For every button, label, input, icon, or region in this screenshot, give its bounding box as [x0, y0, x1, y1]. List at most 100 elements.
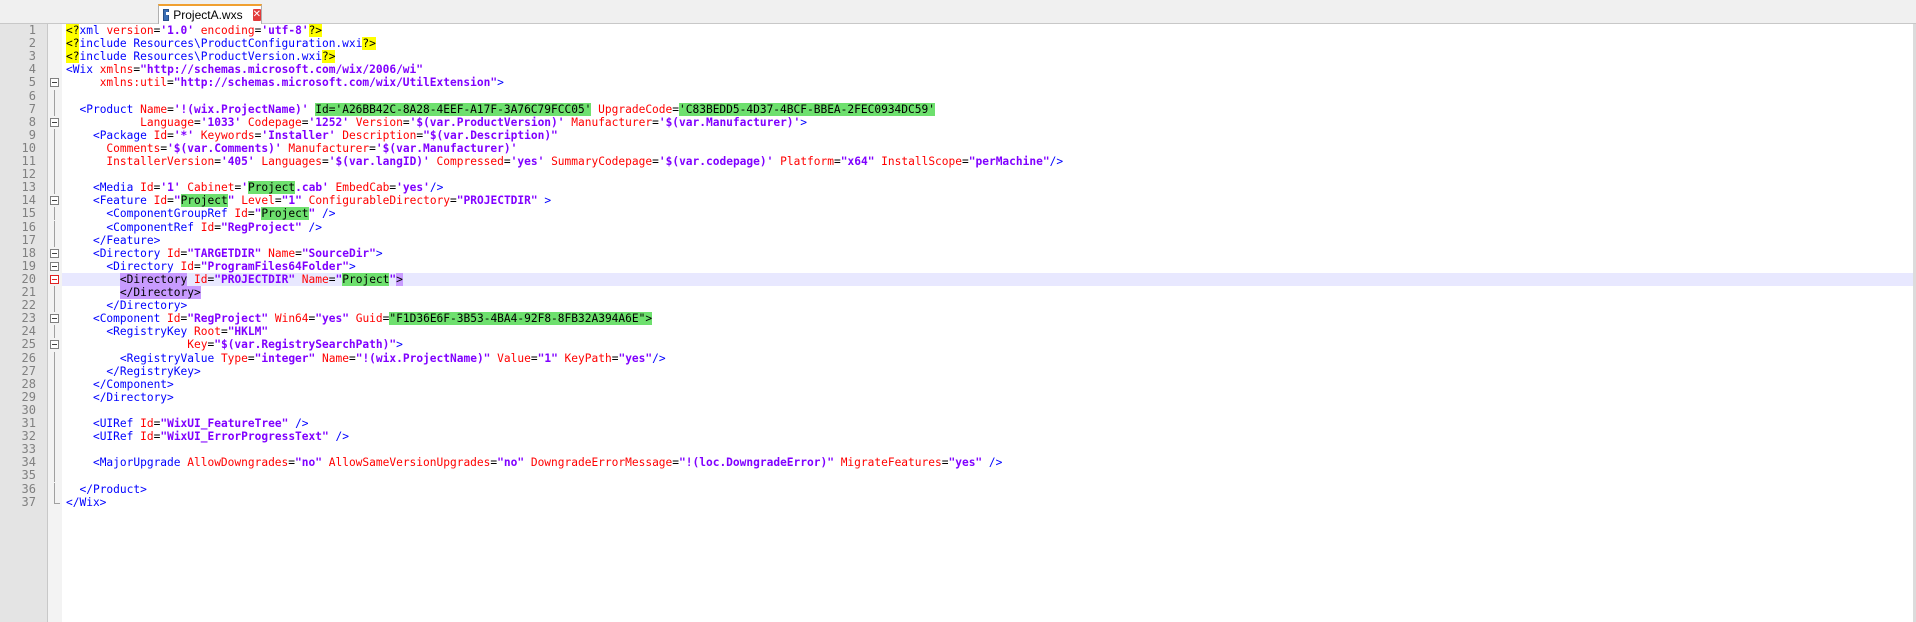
code-text: InstallerVersion='405' Languages='$(var.…: [66, 155, 1063, 168]
code-editor[interactable]: 1 <?xml version='1.0' encoding='utf-8'?> 2…: [0, 23, 1916, 622]
fold-toggle-icon[interactable]: [50, 340, 59, 350]
fold-toggle-icon[interactable]: [50, 78, 59, 88]
code-line[interactable]: 25 Key="$(var.RegistrySearchPath)">: [22, 338, 1916, 352]
code-token: =: [962, 155, 969, 168]
fold-toggle-icon[interactable]: [50, 196, 59, 206]
code-line[interactable]: 12: [22, 167, 1916, 182]
code-token: MigrateFeatures: [840, 456, 942, 470]
code-line[interactable]: 8 Language='1033' Codepage='1252' Versio…: [29, 115, 1916, 129]
fold-toggle-icon[interactable]: [50, 274, 59, 284]
code-text: <ComponentRef Id="RegProject" />: [66, 221, 322, 234]
code-token: </Directory>: [92, 390, 174, 404]
code-line[interactable]: 32 <UIRef Id="WixUI_ErrorProgressText" /…: [22, 429, 1916, 444]
code-token: <RegistryKey: [106, 325, 194, 339]
code-text: <Directory Id="PROJECTDIR" Name="Project…: [66, 272, 403, 286]
code-line[interactable]: 36 </Product>: [22, 482, 1916, 496]
code-token: =: [167, 194, 174, 208]
code-line[interactable]: 24 <RegistryKey Root="HKLM": [22, 325, 1916, 339]
code-text: </RegistryKey>: [66, 365, 200, 378]
code-token: xmlns: [99, 63, 134, 77]
code-token: "F1D36E6F-3B53-4BA4-92F8-8FB32A394A6E">: [389, 312, 653, 326]
line-number: 29: [21, 389, 36, 404]
code-token: </Directory>: [106, 299, 188, 313]
code-line[interactable]: 23 <Component Id="RegProject" Win64="yes…: [22, 312, 1916, 326]
code-token: Languages: [261, 155, 322, 168]
code-token: "$(var.RegistrySearchPath)": [214, 338, 397, 352]
code-token: AllowSameVersionUpgrades: [328, 456, 491, 470]
code-token: DowngradeErrorMessage: [530, 456, 673, 470]
code-token: =: [193, 115, 201, 129]
code-text: <RegistryKey Root="HKLM": [66, 325, 268, 338]
code-line[interactable]: 1 <?xml version='1.0' encoding='utf-8'?>: [29, 23, 1916, 37]
code-line[interactable]: 7 <Product Name='!(wix.ProjectName)' Id=…: [29, 102, 1916, 116]
code-line[interactable]: 10 Comments='$(var.Comments)' Manufactur…: [22, 141, 1916, 155]
fold-toggle-icon[interactable]: [50, 261, 59, 271]
code-line[interactable]: 27 </RegistryKey>: [22, 364, 1916, 378]
code-token: Platform: [780, 155, 834, 168]
code-line[interactable]: 34 <MajorUpgrade AllowDowngrades="no" Al…: [22, 456, 1916, 470]
code-area[interactable]: 1 <?xml version='1.0' encoding='utf-8'?> 2…: [22, 23, 1916, 622]
code-line[interactable]: 4 <Wix xmlns="http://schemas.microsoft.co…: [29, 63, 1916, 77]
code-line[interactable]: 31 <UIRef Id="WixUI_FeatureTree" />: [22, 416, 1916, 431]
code-token: "!(loc.DowngradeError)": [679, 456, 841, 470]
line-number: 5: [28, 75, 36, 90]
code-text: <Package Id='*' Keywords='Installer' Des…: [66, 129, 558, 142]
code-token: <Directory: [106, 259, 181, 273]
code-line[interactable]: 21 </Directory>: [22, 285, 1916, 300]
code-line[interactable]: 37 </Wix>: [22, 495, 1916, 509]
code-line[interactable]: 11 InstallerVersion='405' Languages='$(v…: [22, 154, 1916, 169]
code-token: Id: [194, 272, 208, 286]
code-token: "WixUI_ErrorProgressText": [160, 430, 336, 444]
code-line[interactable]: 13 <Media Id='1' Cabinet='Project.cab' E…: [22, 181, 1916, 195]
code-token: >: [800, 115, 808, 129]
code-line[interactable]: 16 <ComponentRef Id="RegProject" />: [22, 220, 1916, 234]
fold-toggle-icon[interactable]: [50, 314, 59, 324]
code-token: <Media: [92, 181, 141, 195]
code-line[interactable]: 14 <Feature Id="Project" Level="1" Confi…: [22, 194, 1916, 208]
code-token: Win64: [274, 312, 309, 326]
code-token: Manufacturer: [288, 141, 370, 155]
code-line[interactable]: 17 </Feature>: [22, 233, 1916, 247]
code-line[interactable]: 30: [22, 403, 1916, 417]
code-line[interactable]: 5 xmlns:util="http://schemas.microsoft.c…: [29, 76, 1916, 90]
code-token: "x64": [840, 155, 882, 168]
fold-toggle-icon[interactable]: [50, 117, 59, 127]
code-token: <ComponentGroupRef: [106, 207, 235, 221]
code-line[interactable]: 15 <ComponentGroupRef Id="Project" />: [22, 207, 1916, 221]
fold-toggle-icon[interactable]: [50, 248, 59, 258]
code-token: '1252': [308, 115, 356, 129]
code-line[interactable]: 22 </Directory>: [22, 298, 1916, 313]
code-line[interactable]: 19 <Directory Id="ProgramFiles64Folder">: [22, 259, 1916, 273]
code-line[interactable]: 2 <?include Resources\ProductConfiguratio…: [29, 36, 1916, 51]
code-line[interactable]: 18 <Directory Id="TARGETDIR" Name="Sourc…: [22, 246, 1916, 260]
code-text: Key="$(var.RegistrySearchPath)">: [66, 338, 403, 351]
code-token: "TARGETDIR": [187, 246, 269, 260]
code-token: <Package: [92, 128, 154, 142]
code-line[interactable]: 6: [29, 89, 1916, 103]
code-token: Name: [268, 246, 296, 260]
close-icon[interactable]: ✕: [252, 9, 261, 21]
fold-guide: [54, 181, 55, 195]
code-token: KeyPath: [564, 351, 612, 365]
code-line[interactable]: 9 <Package Id='*' Keywords='Installer' D…: [29, 128, 1916, 142]
code-token: 'C83BEDD5-4D37-4BCF-BBEA-2FEC0934DC59': [679, 102, 935, 116]
line-number: 17: [21, 232, 36, 247]
code-text: xmlns:util="http://schemas.microsoft.com…: [66, 76, 504, 89]
tab-projecta-wxs[interactable]: ProjectA.wxs ✕: [158, 4, 262, 24]
code-line[interactable]: 33: [22, 443, 1916, 457]
code-token: 'yes': [510, 155, 552, 168]
code-line[interactable]: 26 <RegistryValue Type="integer" Name="!…: [22, 351, 1916, 365]
code-line[interactable]: 28 </Component>: [22, 377, 1916, 391]
code-line[interactable]: 35: [22, 469, 1916, 483]
code-text: <Wix xmlns="http://schemas.microsoft.com…: [66, 63, 423, 76]
code-line[interactable]: 29 </Directory>: [22, 390, 1916, 404]
code-line[interactable]: 20 <Directory Id="PROJECTDIR" Name="Proj…: [22, 272, 1916, 286]
code-line[interactable]: 3 <?include Resources\ProductVersion.wxi?…: [29, 50, 1916, 64]
code-text: </Component>: [66, 378, 174, 391]
code-text: <Directory Id="TARGETDIR" Name="SourceDi…: [66, 247, 383, 260]
code-token: .cab': [295, 181, 336, 195]
